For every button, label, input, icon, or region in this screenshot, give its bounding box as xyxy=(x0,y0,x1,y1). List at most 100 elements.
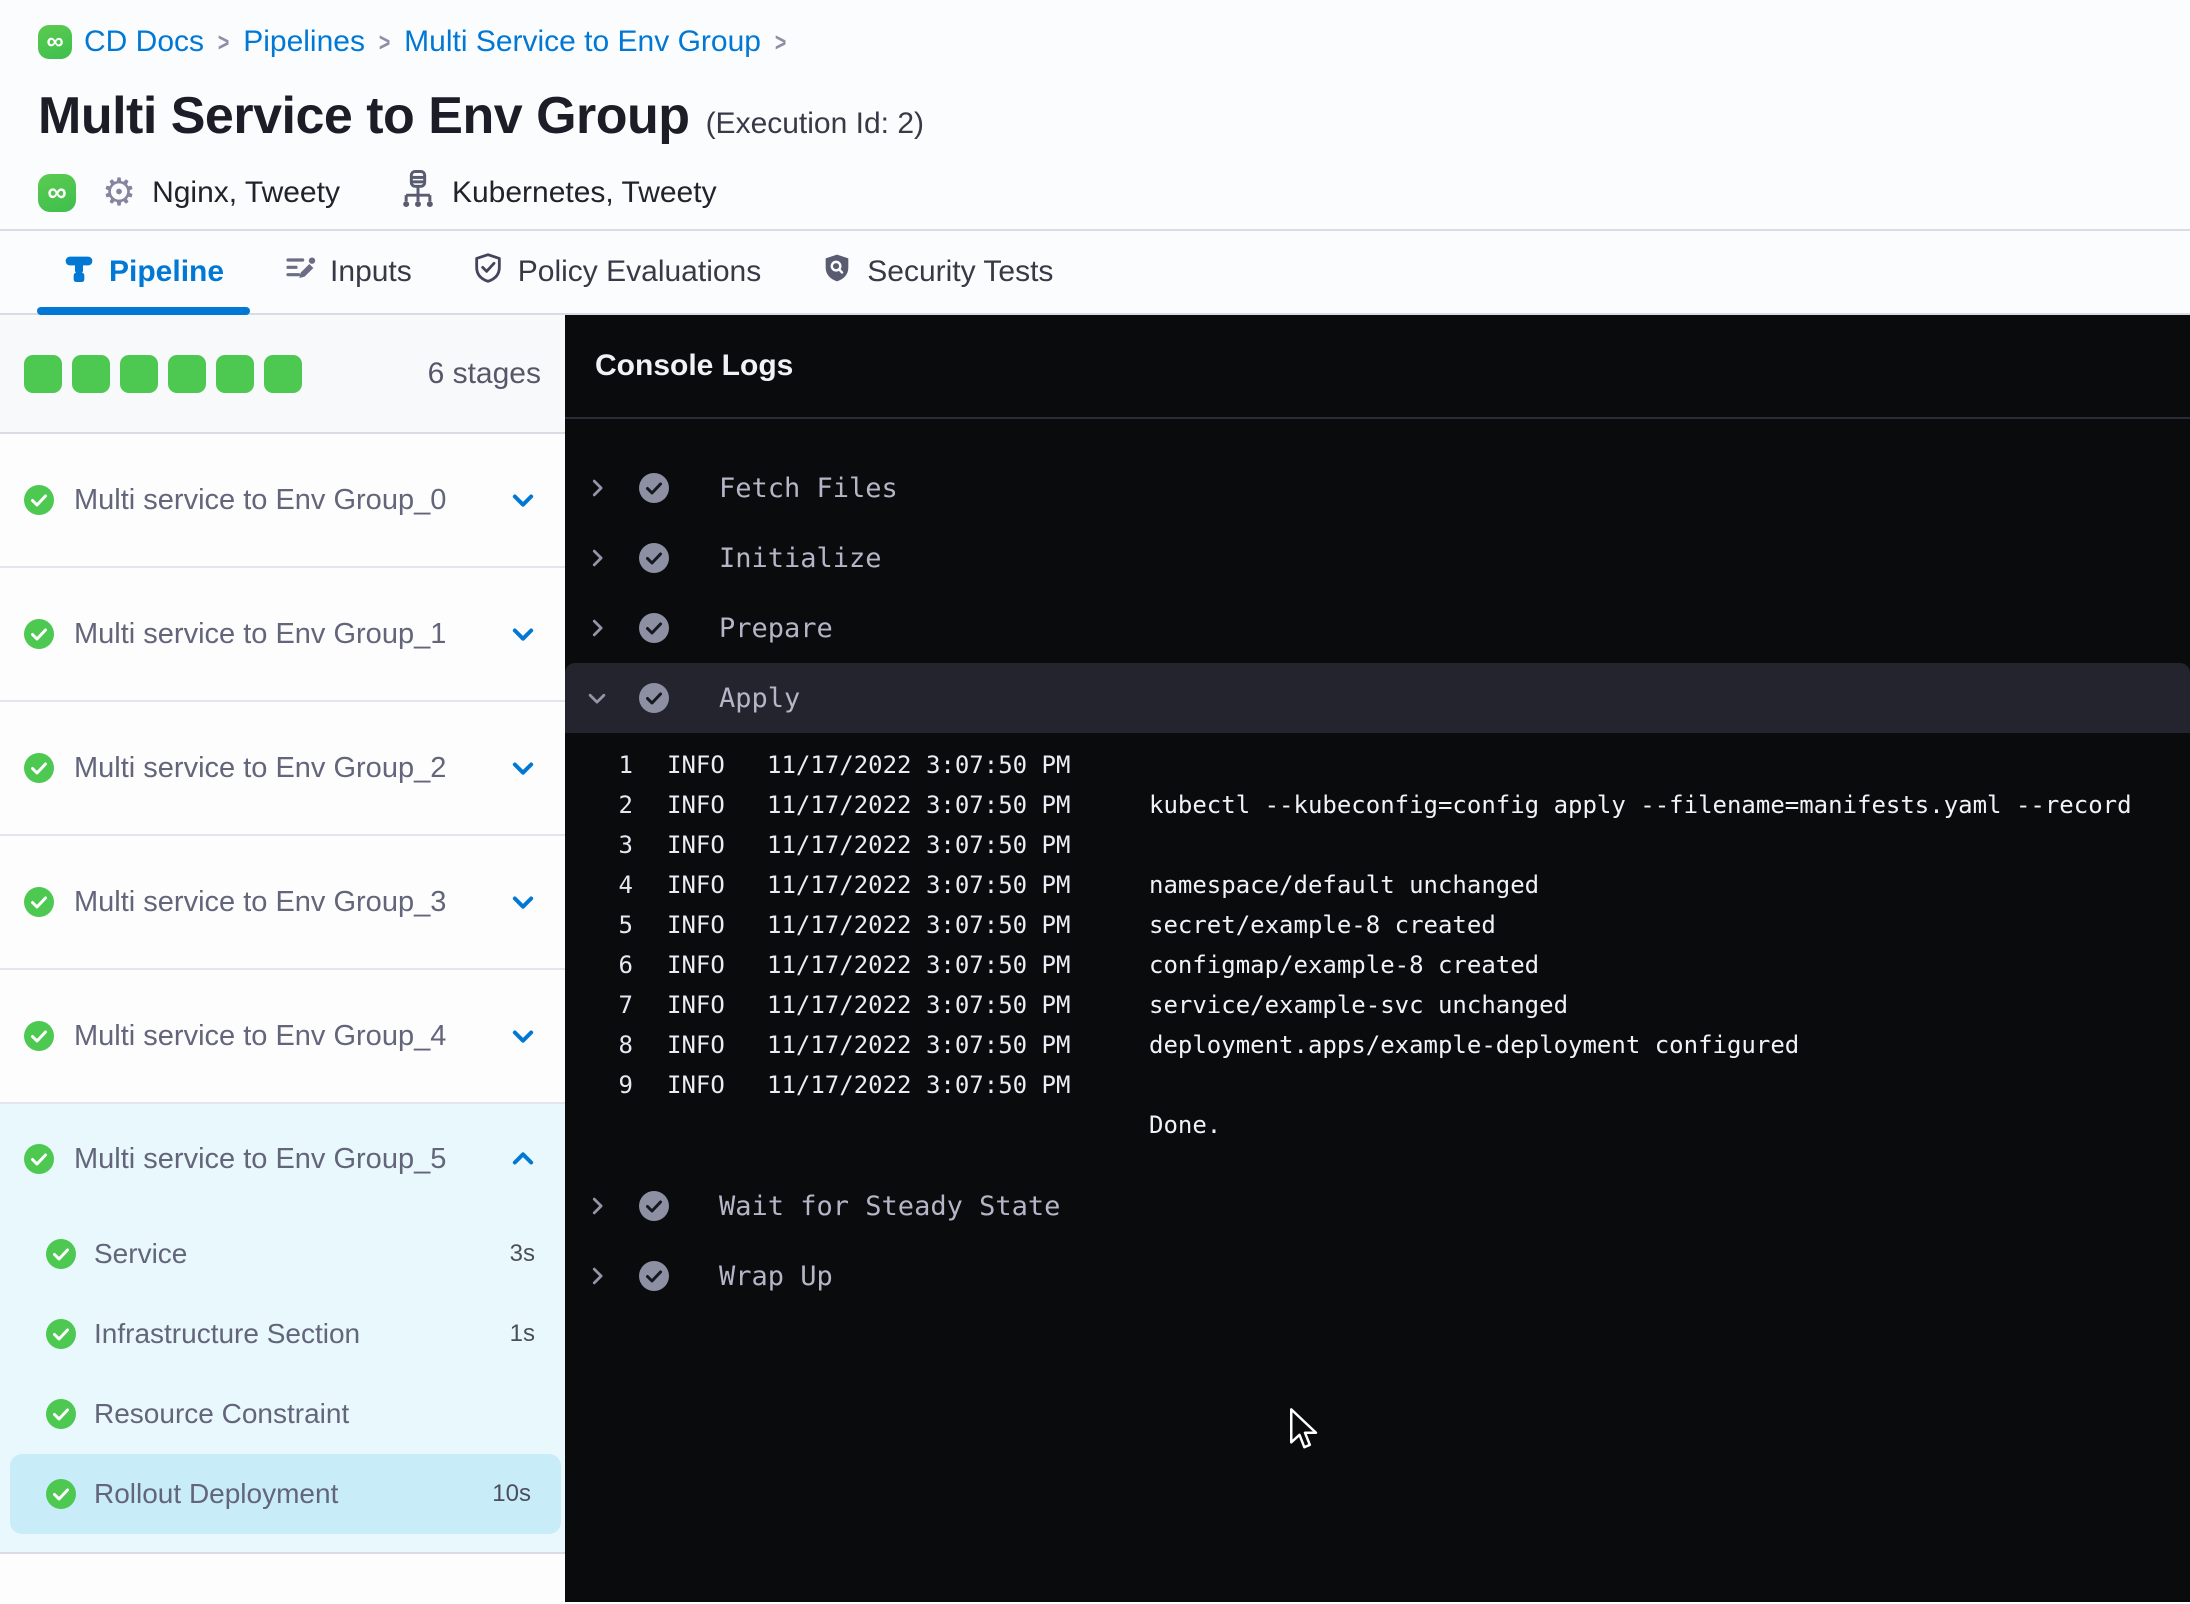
mouse-cursor xyxy=(1288,1408,1322,1457)
tab-pipeline[interactable]: Pipeline xyxy=(37,231,251,315)
step-name: Prepare xyxy=(719,612,833,644)
step-name: Wrap Up xyxy=(719,1260,833,1292)
console-step-wrap-up[interactable]: Wrap Up xyxy=(565,1241,2190,1311)
step-success-icon xyxy=(639,543,669,573)
stage-progress-squares xyxy=(24,354,302,393)
stage-success-square xyxy=(168,354,206,393)
success-check-icon xyxy=(46,1399,76,1429)
execution-id-label: (Execution Id: 2) xyxy=(705,107,924,140)
chevron-right-icon[interactable] xyxy=(585,1195,609,1217)
stage-row-group-2[interactable]: Multi service to Env Group_2 xyxy=(0,702,565,836)
harness-logo-icon: ∞ xyxy=(38,173,76,212)
sidebar-filler xyxy=(0,1554,565,1602)
stage-count-label: 6 stages xyxy=(427,356,541,390)
stage-row-group-3[interactable]: Multi service to Env Group_3 xyxy=(0,836,565,970)
services-label: Nginx, Tweety xyxy=(152,175,340,209)
tab-bar: Pipeline Inputs Policy Evaluations Secur… xyxy=(0,231,2190,315)
console-step-apply[interactable]: Apply xyxy=(565,663,2190,733)
stage-name: Multi service to Env Group_2 xyxy=(74,751,447,784)
chevron-down-icon[interactable] xyxy=(509,1022,537,1050)
stage-row-group-4[interactable]: Multi service to Env Group_4 xyxy=(0,970,565,1104)
console-logs-title: Console Logs xyxy=(595,349,794,382)
substep-service[interactable]: Service 3s xyxy=(0,1214,565,1294)
inputs-icon xyxy=(284,252,316,292)
stage-success-square xyxy=(216,354,254,393)
breadcrumb-cd-docs[interactable]: CD Docs xyxy=(84,25,204,59)
chevron-down-icon[interactable] xyxy=(509,620,537,648)
console-step-initialize[interactable]: Initialize xyxy=(565,523,2190,593)
success-check-icon xyxy=(24,753,54,783)
tab-security-tests[interactable]: Security Tests xyxy=(795,231,1079,313)
step-success-icon xyxy=(639,1261,669,1291)
environments-icon xyxy=(400,170,436,215)
step-name: Apply xyxy=(719,682,801,714)
stage-name: Multi service to Env Group_5 xyxy=(74,1142,447,1175)
log-line-done: Done. xyxy=(1149,1111,1222,1139)
stage-row-group-0[interactable]: Multi service to Env Group_0 xyxy=(0,434,565,568)
apply-log-output: 1 INFO 11/17/2022 3:07:50 PM 2 INFO 11/17/20… xyxy=(565,733,2190,1171)
chevron-down-icon[interactable] xyxy=(509,486,537,514)
stage-success-square xyxy=(72,354,110,393)
chevron-down-icon[interactable] xyxy=(509,888,537,916)
log-line: 8 INFO 11/17/2022 3:07:50 PM deployment.app… xyxy=(618,1031,1800,1059)
success-check-icon xyxy=(24,1021,54,1051)
breadcrumb-separator: > xyxy=(774,26,787,57)
success-check-icon xyxy=(24,887,54,917)
tab-inputs[interactable]: Inputs xyxy=(258,231,438,313)
breadcrumb: ∞ CD Docs > Pipelines > Multi Service to… xyxy=(0,20,2190,64)
substep-infrastructure-section[interactable]: Infrastructure Section 1s xyxy=(0,1294,565,1374)
title-row: Multi Service to Env Group (Execution Id… xyxy=(0,86,2190,146)
substep-name: Resource Constraint xyxy=(94,1398,350,1429)
policy-shield-check-icon xyxy=(472,252,504,292)
stage-success-square xyxy=(120,354,158,393)
log-line: 3 INFO 11/17/2022 3:07:50 PM xyxy=(618,831,1071,859)
step-name: Initialize xyxy=(719,542,882,574)
chevron-up-icon[interactable] xyxy=(509,1145,537,1173)
log-line: 2 INFO 11/17/2022 3:07:50 PM kubectl --kube… xyxy=(618,791,2132,819)
substep-name: Service xyxy=(94,1238,188,1269)
chevron-right-icon[interactable] xyxy=(585,547,609,569)
log-line: 5 INFO 11/17/2022 3:07:50 PM secret/example… xyxy=(618,911,1496,939)
console-step-fetch-files[interactable]: Fetch Files xyxy=(565,453,2190,523)
substep-rollout-deployment[interactable]: Rollout Deployment 10s xyxy=(10,1454,561,1534)
chevron-down-icon[interactable] xyxy=(509,754,537,782)
success-check-icon xyxy=(24,619,54,649)
chevron-right-icon[interactable] xyxy=(585,617,609,639)
tab-label: Pipeline xyxy=(109,255,225,288)
stage-progress-summary: 6 stages xyxy=(0,315,565,434)
console-step-prepare[interactable]: Prepare xyxy=(565,593,2190,663)
harness-logo-icon: ∞ xyxy=(38,25,72,59)
stage-name: Multi service to Env Group_1 xyxy=(74,617,447,650)
pipeline-icon xyxy=(63,252,95,292)
log-line: 9 INFO 11/17/2022 3:07:50 PM xyxy=(618,1071,1071,1099)
breadcrumb-separator: > xyxy=(217,26,230,57)
substep-resource-constraint[interactable]: Resource Constraint xyxy=(0,1374,565,1454)
chevron-down-icon[interactable] xyxy=(585,687,609,709)
substep-name: Rollout Deployment xyxy=(94,1478,339,1509)
log-line: 4 INFO 11/17/2022 3:07:50 PM namespace/defa… xyxy=(618,871,1540,899)
stage-name: Multi service to Env Group_3 xyxy=(74,885,447,918)
execution-meta-row: ∞ ⚙ Nginx, Tweety Kubernetes, Tweety xyxy=(0,170,2190,215)
substep-duration: 10s xyxy=(492,1480,531,1507)
stage-row-group-1[interactable]: Multi service to Env Group_1 xyxy=(0,568,565,702)
active-tab-underline xyxy=(37,307,251,315)
log-line: 1 INFO 11/17/2022 3:07:50 PM xyxy=(618,751,1071,779)
tab-label: Security Tests xyxy=(867,255,1054,288)
chevron-right-icon[interactable] xyxy=(585,477,609,499)
success-check-icon xyxy=(46,1479,76,1509)
tab-policy-evaluations[interactable]: Policy Evaluations xyxy=(446,231,787,313)
console-step-wait-for-steady-state[interactable]: Wait for Steady State xyxy=(565,1171,2190,1241)
chevron-right-icon[interactable] xyxy=(585,1265,609,1287)
console-logs-panel: Console Logs Fetch Files Initialize Prep… xyxy=(565,315,2190,1602)
step-success-icon xyxy=(639,1191,669,1221)
breadcrumb-pipelines[interactable]: Pipelines xyxy=(243,25,365,59)
page-title: Multi Service to Env Group xyxy=(38,87,690,145)
stage-row-group-5[interactable]: Multi service to Env Group_5 xyxy=(0,1104,565,1214)
success-check-icon xyxy=(24,1144,54,1174)
step-success-icon xyxy=(639,613,669,643)
breadcrumb-pipeline-name[interactable]: Multi Service to Env Group xyxy=(404,25,761,59)
pipeline-execution-page: ∞ CD Docs > Pipelines > Multi Service to… xyxy=(0,0,2190,1604)
log-line: 7 INFO 11/17/2022 3:07:50 PM service/exampl… xyxy=(618,991,1569,1019)
stages-sidebar: 6 stages Multi service to Env Group_0 Mu… xyxy=(0,315,565,1602)
step-name: Fetch Files xyxy=(719,472,898,504)
